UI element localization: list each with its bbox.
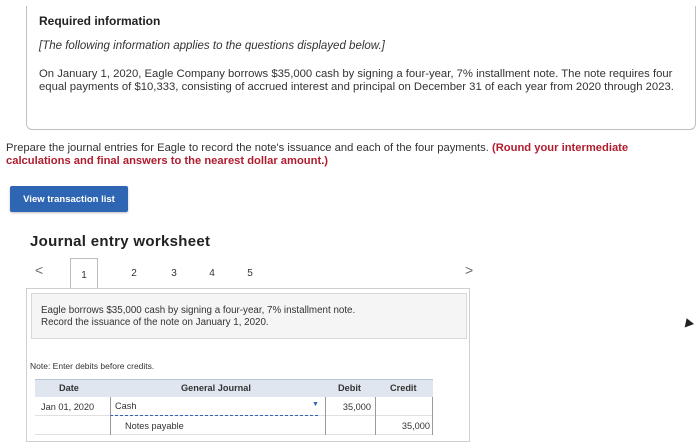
info-title: Required information [39, 14, 161, 28]
tab-4[interactable]: 4 [198, 258, 226, 288]
info-subtitle: [The following information applies to th… [39, 40, 385, 52]
header-credit: Credit [390, 383, 417, 393]
mouse-cursor-icon [681, 316, 695, 328]
worksheet-panel: Eagle borrows $35,000 cash by signing a … [26, 288, 470, 442]
tab-1[interactable]: 1 [70, 258, 98, 292]
journal-table-header: Date General Journal Debit Credit [35, 379, 433, 397]
transaction-description-box: Eagle borrows $35,000 cash by signing a … [31, 293, 467, 339]
account-input[interactable]: Cash [110, 397, 318, 416]
row-date[interactable]: Jan 01, 2020 [41, 397, 107, 416]
row-date[interactable] [41, 416, 107, 435]
transaction-description: Eagle borrows $35,000 cash by signing a … [41, 305, 355, 329]
credit-input[interactable]: 35,000 [375, 416, 433, 435]
tab-3[interactable]: 3 [160, 258, 188, 288]
account-input[interactable]: Notes payable [110, 416, 318, 435]
entry-note: Note: Enter debits before credits. [30, 361, 155, 371]
previous-arrow-icon[interactable]: < [35, 262, 43, 278]
debit-input[interactable] [325, 416, 373, 435]
header-general-journal: General Journal [181, 383, 251, 393]
info-body: On January 1, 2020, Eagle Company borrow… [39, 68, 674, 93]
description-line-1: Eagle borrows $35,000 cash by signing a … [41, 305, 356, 316]
tab-5[interactable]: 5 [236, 258, 264, 288]
description-line-2: Record the issuance of the note on Janua… [41, 317, 269, 328]
tab-2[interactable]: 2 [120, 258, 148, 288]
required-information-panel: Required information [The following info… [26, 6, 696, 130]
credit-input[interactable] [375, 397, 433, 416]
header-date: Date [59, 383, 79, 393]
dropdown-arrow-icon[interactable]: ▼ [312, 401, 319, 408]
table-row: Notes payable 35,000 [35, 416, 433, 435]
question-instructions: Prepare the journal entries for Eagle to… [6, 142, 686, 168]
header-debit: Debit [338, 383, 361, 393]
table-row: Jan 01, 2020 Cash ▼ 35,000 [35, 397, 433, 416]
instructions-text: Prepare the journal entries for Eagle to… [6, 142, 492, 154]
journal-table: Date General Journal Debit Credit Jan 01… [35, 379, 433, 435]
view-transaction-list-button[interactable]: View transaction list [10, 186, 128, 212]
next-arrow-icon[interactable]: > [465, 262, 473, 278]
debit-input[interactable]: 35,000 [325, 397, 373, 416]
worksheet-title: Journal entry worksheet [30, 233, 211, 250]
